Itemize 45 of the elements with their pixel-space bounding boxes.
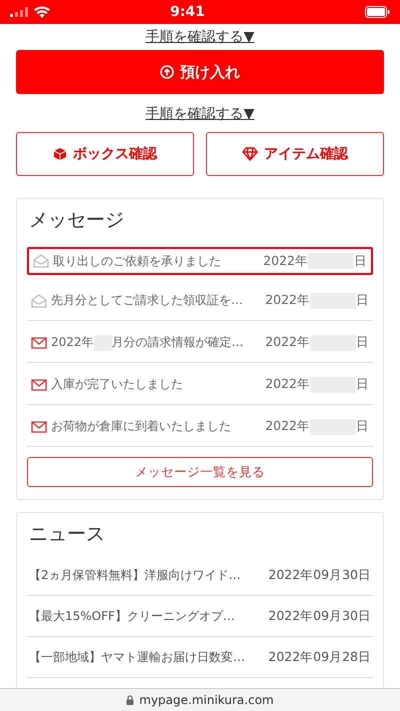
- item-check-button[interactable]: アイテム確認: [206, 132, 384, 176]
- message-item[interactable]: お荷物が倉庫に到着いたしました 2022年 日: [27, 407, 373, 447]
- message-date: 2022年: [265, 292, 310, 309]
- message-date: 2022年: [265, 376, 310, 393]
- wifi-icon: [34, 6, 50, 18]
- message-date: 日: [356, 292, 369, 309]
- news-date: 2022年09月30日: [268, 566, 371, 584]
- news-title[interactable]: 【2ヵ月保管料無料】洋服向けワイド…: [29, 566, 268, 584]
- message-title: 月分の請求情報が確定…: [112, 334, 244, 351]
- message-title: お荷物が倉庫に到着いたしました: [51, 418, 231, 435]
- message-item[interactable]: 取り出しのご依頼を承りました 2022年 日: [27, 247, 373, 275]
- section-title: メッセージ: [28, 208, 125, 233]
- message-title: 2022年: [51, 334, 94, 351]
- news-date: 2022年09月28日: [268, 648, 371, 666]
- message-title: 入庫が完了いたしました: [51, 376, 183, 393]
- upload-icon: [160, 65, 174, 79]
- message-date: 日: [356, 334, 369, 351]
- message-item[interactable]: 2022年 月分の請求情報が確定… 2022年 日: [27, 323, 373, 363]
- diamond-icon: [242, 147, 258, 161]
- deposit-button[interactable]: 預け入れ: [16, 50, 384, 94]
- view-all-messages-button[interactable]: メッセージ一覧を見る: [27, 457, 373, 487]
- message-date: 日: [356, 418, 369, 435]
- message-date: 2022年: [265, 334, 310, 351]
- news-title[interactable]: 【一部地域】ヤマト運輸お届け日数変…: [29, 648, 268, 666]
- news-date: 2022年09月30日: [268, 608, 371, 624]
- url-bar[interactable]: mypage.minikura.com: [0, 688, 400, 711]
- url-text: mypage.minikura.com: [139, 693, 274, 707]
- message-title: 取り出しのご依頼を承りました: [53, 252, 221, 270]
- box-check-button[interactable]: ボックス確認: [16, 132, 194, 176]
- message-title: 先月分としてご請求した領収証を…: [51, 292, 243, 309]
- message-date: 日: [356, 376, 369, 393]
- status-time: 9:41: [169, 4, 206, 20]
- procedure-link[interactable]: 手順を確認する▼: [146, 105, 254, 123]
- section-title: ニュース: [28, 522, 106, 547]
- news-title[interactable]: 【最大15%OFF】クリーニングオプ…: [29, 608, 268, 624]
- message-date: 2022年: [265, 418, 310, 435]
- message-date: 2022年: [263, 252, 308, 270]
- message-date: 日: [354, 252, 367, 270]
- signal-icon: [10, 7, 28, 17]
- lock-icon: [126, 695, 134, 705]
- procedure-link[interactable]: 手順を確認する▼: [146, 28, 254, 46]
- battery-icon: [365, 6, 390, 18]
- cube-icon: [53, 147, 67, 161]
- message-item[interactable]: 先月分としてご請求した領収証を… 2022年 日: [27, 281, 373, 321]
- message-item[interactable]: 入庫が完了いたしました 2022年 日: [27, 365, 373, 405]
